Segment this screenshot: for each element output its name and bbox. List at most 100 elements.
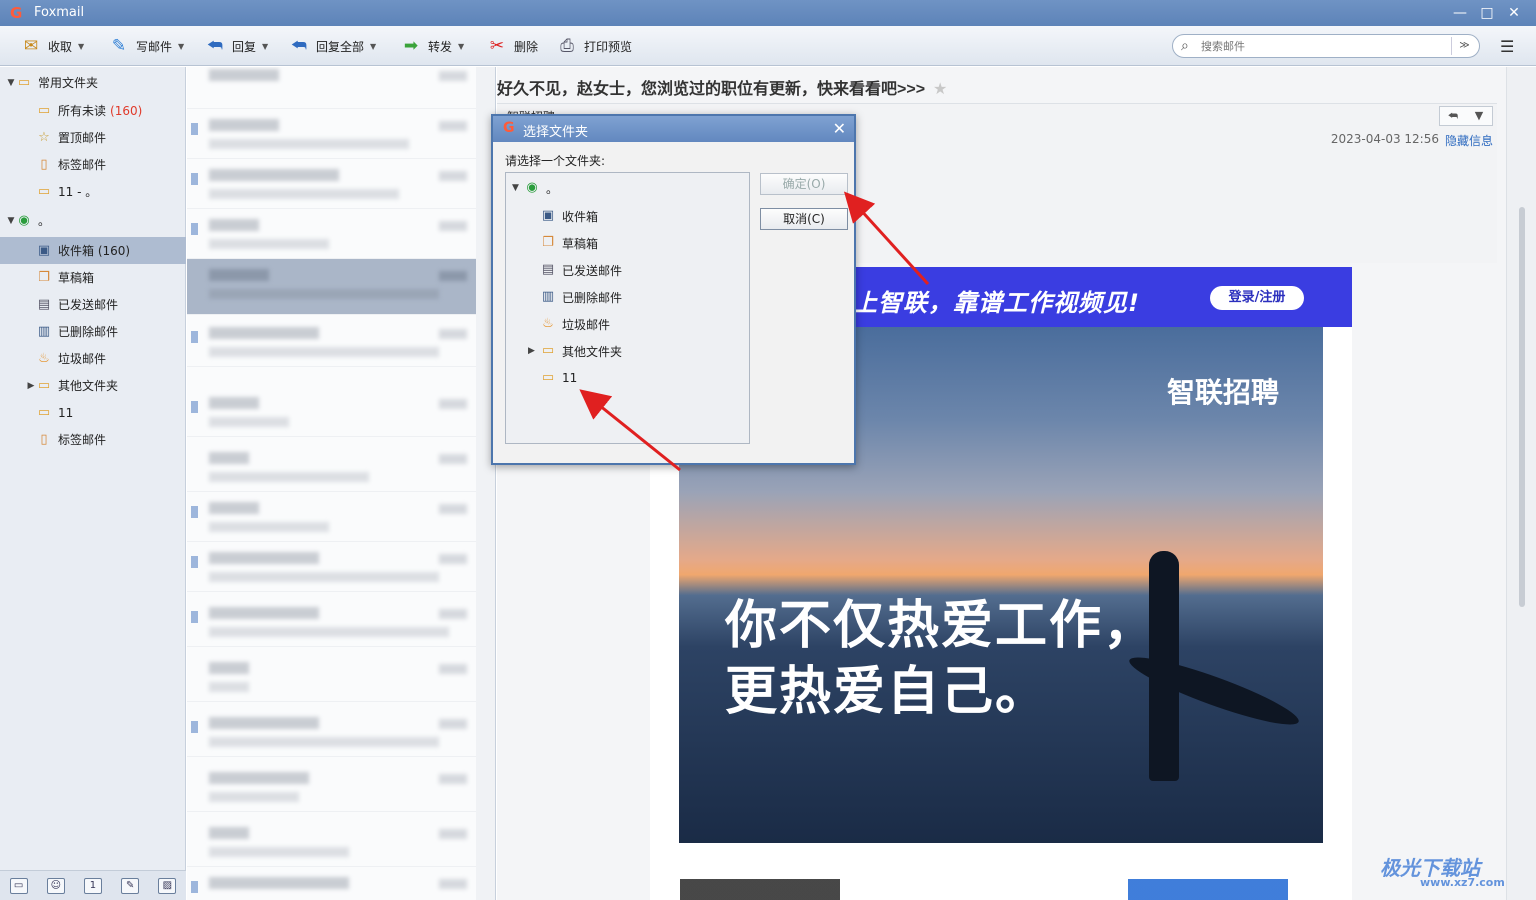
- calendar-icon[interactable]: 1: [83, 877, 102, 894]
- receive-button[interactable]: ✉ 收取 ▼: [20, 34, 84, 58]
- star-icon[interactable]: ★: [933, 81, 947, 98]
- reply-icon[interactable]: ⮪: [1440, 107, 1466, 125]
- hide-info-link[interactable]: 隐藏信息: [1445, 132, 1493, 149]
- collapse-triangle-icon[interactable]: ▼: [512, 183, 524, 193]
- sidebar-item-inbox[interactable]: ▣ 收件箱 (160): [0, 237, 186, 264]
- chevron-down-icon[interactable]: ▼: [178, 42, 184, 51]
- mail-header-actions: ⮪ ▼: [1439, 106, 1493, 126]
- mailbox-icon: ✉: [23, 36, 39, 56]
- tree-item-sent[interactable]: ▤ 已发送邮件: [540, 258, 622, 282]
- feed-icon[interactable]: ▨: [158, 877, 177, 894]
- list-item[interactable]: [187, 597, 477, 647]
- close-button[interactable]: ✕: [1503, 3, 1525, 23]
- sidebar-item-other[interactable]: ▶ ▭ 其他文件夹: [0, 372, 186, 399]
- collapse-triangle-icon[interactable]: ▼: [6, 216, 16, 226]
- search-box[interactable]: ⌕ ≫: [1172, 34, 1480, 58]
- compose-button[interactable]: ✎ 写邮件 ▼: [108, 34, 184, 58]
- collapse-triangle-icon[interactable]: ▼: [6, 78, 16, 88]
- print-preview-button[interactable]: ⎙ 打印预览: [556, 34, 632, 58]
- chevron-down-icon[interactable]: ▼: [78, 42, 84, 51]
- tree-item-deleted[interactable]: ▥ 已删除邮件: [540, 285, 622, 309]
- sidebar-item-account[interactable]: ▼ ◉ 。: [0, 207, 186, 234]
- forward-button[interactable]: ➡ 转发 ▼: [400, 34, 464, 58]
- expand-triangle-icon[interactable]: ▶: [528, 346, 540, 356]
- account-icon: ◉: [18, 212, 30, 228]
- list-item[interactable]: [187, 867, 477, 900]
- list-item[interactable]: [187, 542, 477, 592]
- maximize-button[interactable]: □: [1476, 3, 1498, 23]
- mail-view-icon[interactable]: ▭: [9, 877, 28, 894]
- surfer-silhouette: [1149, 551, 1179, 781]
- reply-all-label: 回复全部: [316, 39, 365, 54]
- sidebar-item-tagged[interactable]: ▯ 标签邮件: [0, 151, 186, 178]
- list-item[interactable]: [187, 707, 477, 757]
- sidebar-item-custom-folder[interactable]: ▭ 11 - 。: [0, 178, 186, 205]
- ok-button[interactable]: 确定(O): [760, 173, 848, 195]
- list-item[interactable]: [187, 109, 477, 159]
- list-item[interactable]: [187, 387, 477, 437]
- sidebar-item-label: 草稿箱: [58, 271, 95, 285]
- sidebar-item-all-unread[interactable]: ▭ 所有未读 (160): [0, 97, 186, 124]
- folder-icon: ▭: [37, 102, 51, 118]
- sidebar-item-tagged-2[interactable]: ▯ 标签邮件: [0, 426, 186, 453]
- list-item[interactable]: [187, 159, 477, 209]
- reply-all-icon: ⮪: [291, 36, 307, 56]
- sidebar-item-label: 标签邮件: [58, 433, 107, 447]
- list-item[interactable]: [187, 259, 477, 315]
- sidebar-item-sent[interactable]: ▤ 已发送邮件: [0, 291, 186, 318]
- list-item[interactable]: [187, 817, 477, 867]
- tree-item-root[interactable]: ▼ ◉ 。: [512, 176, 558, 200]
- menu-list-icon[interactable]: ☰: [1500, 37, 1514, 56]
- printer-icon: ⎙: [560, 36, 574, 56]
- expand-triangle-icon[interactable]: ▶: [26, 381, 36, 391]
- chevron-down-icon[interactable]: ▼: [370, 42, 376, 51]
- sidebar-item-folder-11[interactable]: ▭ 11: [0, 399, 186, 426]
- foxmail-logo-icon: G: [503, 120, 515, 136]
- chevron-down-icon[interactable]: ▼: [262, 42, 268, 51]
- reply-label: 回复: [232, 39, 257, 54]
- sidebar-item-pinned[interactable]: ☆ 置顶邮件: [0, 124, 186, 151]
- close-icon[interactable]: ✕: [833, 119, 846, 138]
- tree-item-folder-11[interactable]: ▭ 11: [540, 366, 577, 390]
- tree-item-junk[interactable]: ♨ 垃圾邮件: [540, 312, 610, 336]
- watermark: 极光下载站 www.xz7.com: [1380, 852, 1505, 889]
- tree-item-label: 垃圾邮件: [562, 317, 611, 332]
- watermark-url: www.xz7.com: [1420, 876, 1505, 889]
- sidebar-item-drafts[interactable]: ❐ 草稿箱: [0, 264, 186, 291]
- sidebar-bottom-bar: ▭ ☺ 1 ✎ ▨: [0, 870, 186, 900]
- toolbar: ✉ 收取 ▼ ✎ 写邮件 ▼ ⮪ 回复 ▼ ⮪ 回复全部 ▼ ➡ 转发 ▼ ✂ …: [0, 26, 1536, 66]
- minimize-button[interactable]: —: [1449, 3, 1471, 23]
- drafts-icon: ❐: [38, 269, 50, 285]
- reading-pane-scrollbar[interactable]: [1506, 67, 1536, 900]
- list-item[interactable]: [187, 762, 477, 812]
- sidebar-item-junk[interactable]: ♨ 垃圾邮件: [0, 345, 186, 372]
- dialog-title: 选择文件夹: [523, 125, 589, 140]
- cancel-button[interactable]: 取消(C): [760, 208, 848, 230]
- search-input[interactable]: [1201, 38, 1441, 54]
- search-options-icon[interactable]: ≫: [1451, 37, 1477, 55]
- list-item[interactable]: [187, 317, 477, 367]
- sidebar-item-common-folders[interactable]: ▼ ▭ 常用文件夹: [0, 69, 186, 96]
- login-register-button[interactable]: 登录/注册: [1210, 286, 1304, 310]
- chevron-down-icon[interactable]: ▼: [458, 42, 464, 51]
- reply-button[interactable]: ⮪ 回复 ▼: [204, 34, 268, 58]
- list-item[interactable]: [187, 492, 477, 542]
- contacts-icon[interactable]: ☺: [46, 877, 65, 894]
- sidebar-item-deleted[interactable]: ▥ 已删除邮件: [0, 318, 186, 345]
- reply-all-button[interactable]: ⮪ 回复全部 ▼: [288, 34, 376, 58]
- sent-mail-icon: ▤: [541, 262, 555, 277]
- scrollbar-thumb[interactable]: [1519, 207, 1525, 607]
- search-icon: ⌕: [1181, 38, 1189, 54]
- list-item[interactable]: [187, 67, 477, 109]
- tree-item-drafts[interactable]: ❐ 草稿箱: [540, 231, 598, 255]
- title-bar: G Foxmail — □ ✕: [0, 0, 1536, 26]
- delete-button[interactable]: ✂ 删除: [486, 34, 538, 58]
- chevron-down-icon[interactable]: ▼: [1466, 107, 1492, 125]
- folder-icon: ▭: [37, 183, 51, 199]
- tree-item-inbox[interactable]: ▣ 收件箱: [540, 204, 598, 228]
- list-item[interactable]: [187, 209, 477, 259]
- list-item[interactable]: [187, 442, 477, 492]
- notes-icon[interactable]: ✎: [121, 877, 140, 894]
- list-item[interactable]: [187, 652, 477, 702]
- tree-item-other[interactable]: ▶ ▭ 其他文件夹: [528, 339, 622, 363]
